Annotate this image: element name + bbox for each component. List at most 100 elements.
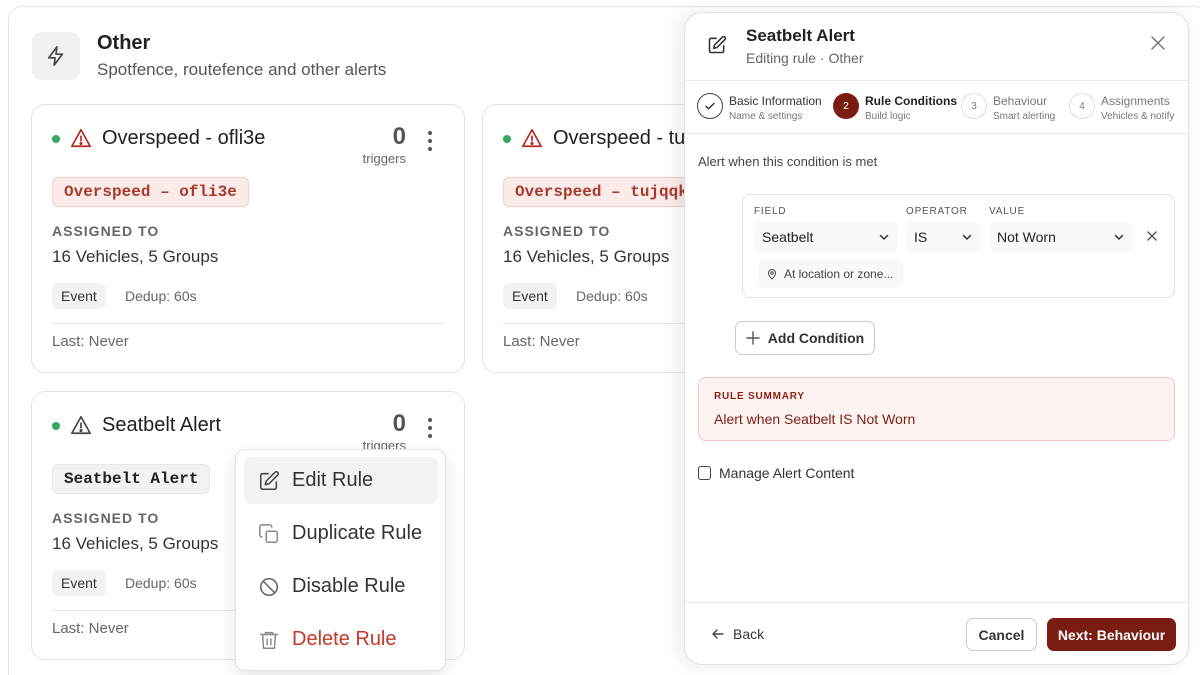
copy-icon xyxy=(258,523,280,545)
edit-icon xyxy=(708,35,727,54)
step-subtitle: Vehicles & notify xyxy=(1101,111,1175,122)
step-basic-information[interactable]: Basic Information Name & settings xyxy=(697,93,822,122)
step-assignments[interactable]: 4 Assignments Vehicles & notify xyxy=(1069,93,1174,122)
back-button[interactable]: Back xyxy=(711,626,764,642)
back-label: Back xyxy=(733,626,765,642)
assigned-value: 16 Vehicles, 5 Groups xyxy=(52,534,219,553)
value-select-value: Not Worn xyxy=(997,229,1056,245)
menu-item-label: Delete Rule xyxy=(292,628,397,650)
more-options-button[interactable] xyxy=(422,416,438,440)
location-zone-button[interactable]: At location or zone... xyxy=(758,260,904,288)
warning-icon xyxy=(71,128,91,148)
section-title: Other xyxy=(97,32,151,54)
step-title: Behaviour xyxy=(993,94,1048,108)
last-triggered: Last: Never xyxy=(503,333,580,350)
check-icon xyxy=(697,93,723,119)
operator-select-value: IS xyxy=(914,229,928,245)
chevron-down-icon xyxy=(1114,234,1124,240)
plus-icon xyxy=(746,331,760,345)
footer-divider xyxy=(685,602,1188,603)
manage-alert-content-toggle[interactable]: Manage Alert Content xyxy=(698,465,854,481)
duplicate-rule-menu-item[interactable]: Duplicate Rule xyxy=(244,510,438,557)
status-dot xyxy=(52,135,60,143)
disable-rule-menu-item[interactable]: Disable Rule xyxy=(244,563,438,610)
step-title: Basic Information xyxy=(729,94,822,108)
field-select[interactable]: Seatbelt xyxy=(754,222,898,252)
edit-rule-menu-item[interactable]: Edit Rule xyxy=(244,457,438,504)
next-button[interactable]: Next: Behaviour xyxy=(1047,618,1176,651)
trigger-count-label: triggers xyxy=(362,151,406,166)
close-icon[interactable] xyxy=(1150,35,1166,51)
section-subtitle: Spotfence, routefence and other alerts xyxy=(97,60,387,79)
assigned-value: 16 Vehicles, 5 Groups xyxy=(503,247,670,266)
assigned-value: 16 Vehicles, 5 Groups xyxy=(52,247,219,266)
type-badge: Event xyxy=(52,570,106,596)
rule-title: Overspeed - ofli3e xyxy=(102,127,266,149)
arrow-left-icon xyxy=(712,629,724,639)
last-triggered: Last: Never xyxy=(52,333,129,350)
cancel-button[interactable]: Cancel xyxy=(966,618,1037,651)
assigned-heading: ASSIGNED TO xyxy=(52,510,160,526)
chevron-down-icon xyxy=(879,234,889,240)
rule-title: Seatbelt Alert xyxy=(102,414,221,436)
step-subtitle: Build logic xyxy=(865,111,911,122)
location-zone-label: At location or zone... xyxy=(784,267,894,281)
card-divider xyxy=(52,323,444,324)
dedup-text: Dedup: 60s xyxy=(125,288,197,304)
map-pin-icon xyxy=(767,269,777,280)
menu-item-label: Disable Rule xyxy=(292,575,406,597)
last-triggered: Last: Never xyxy=(52,620,129,637)
condition-label: Alert when this condition is met xyxy=(698,154,878,169)
header-divider xyxy=(685,80,1188,81)
menu-item-label: Duplicate Rule xyxy=(292,522,423,544)
trigger-count: 0 xyxy=(392,123,406,150)
step-behaviour[interactable]: 3 Behaviour Smart alerting xyxy=(961,93,1055,122)
rule-tag: Overspeed – tujqqk xyxy=(503,177,700,207)
step-number: 4 xyxy=(1069,93,1095,119)
warning-icon xyxy=(522,128,542,148)
dedup-text: Dedup: 60s xyxy=(125,575,197,591)
step-subtitle: Smart alerting xyxy=(993,111,1056,122)
remove-condition-icon[interactable] xyxy=(1145,229,1159,243)
status-dot xyxy=(503,135,511,143)
rule-card[interactable]: Overspeed - ofli3e 0 triggers Overspeed … xyxy=(31,104,465,373)
value-header: VALUE xyxy=(989,206,1026,217)
step-subtitle: Name & settings xyxy=(729,111,803,122)
field-select-value: Seatbelt xyxy=(762,229,814,245)
warning-icon xyxy=(71,415,91,435)
lightning-icon xyxy=(47,46,64,66)
summary-heading: RULE SUMMARY xyxy=(714,391,805,402)
type-badge: Event xyxy=(503,283,557,309)
trigger-count: 0 xyxy=(392,410,406,437)
more-options-button[interactable] xyxy=(422,129,438,153)
rule-context-menu: Edit Rule Duplicate Rule Disable Rule De… xyxy=(235,449,446,671)
stepper-divider xyxy=(685,133,1188,134)
delete-rule-menu-item[interactable]: Delete Rule xyxy=(244,616,438,663)
add-condition-button[interactable]: Add Condition xyxy=(735,321,875,355)
panel-subtitle: Editing rule · Other xyxy=(746,50,864,66)
step-title: Rule Conditions xyxy=(865,94,957,108)
rule-tag: Overspeed – ofli3e xyxy=(52,177,249,207)
checkbox[interactable] xyxy=(698,466,711,480)
status-dot xyxy=(52,422,60,430)
rule-tag: Seatbelt Alert xyxy=(52,464,211,494)
rule-summary: RULE SUMMARY Alert when Seatbelt IS Not … xyxy=(698,377,1175,441)
section-icon-box xyxy=(32,32,80,80)
trash-icon xyxy=(258,629,280,651)
menu-item-label: Edit Rule xyxy=(292,469,374,491)
step-title: Assignments xyxy=(1101,94,1170,108)
value-select[interactable]: Not Worn xyxy=(989,222,1133,252)
field-header: FIELD xyxy=(754,206,787,217)
operator-select[interactable]: IS xyxy=(906,222,981,252)
chevron-down-icon xyxy=(962,234,972,240)
step-rule-conditions[interactable]: 2 Rule Conditions Build logic xyxy=(833,93,957,122)
ban-icon xyxy=(258,576,280,598)
operator-header: OPERATOR xyxy=(906,206,968,217)
step-number: 2 xyxy=(833,93,859,119)
manage-alert-content-label: Manage Alert Content xyxy=(719,465,855,481)
assigned-heading: ASSIGNED TO xyxy=(503,223,611,239)
dedup-text: Dedup: 60s xyxy=(576,288,648,304)
panel-title: Seatbelt Alert xyxy=(746,26,855,45)
assigned-heading: ASSIGNED TO xyxy=(52,223,160,239)
step-number: 3 xyxy=(961,93,987,119)
